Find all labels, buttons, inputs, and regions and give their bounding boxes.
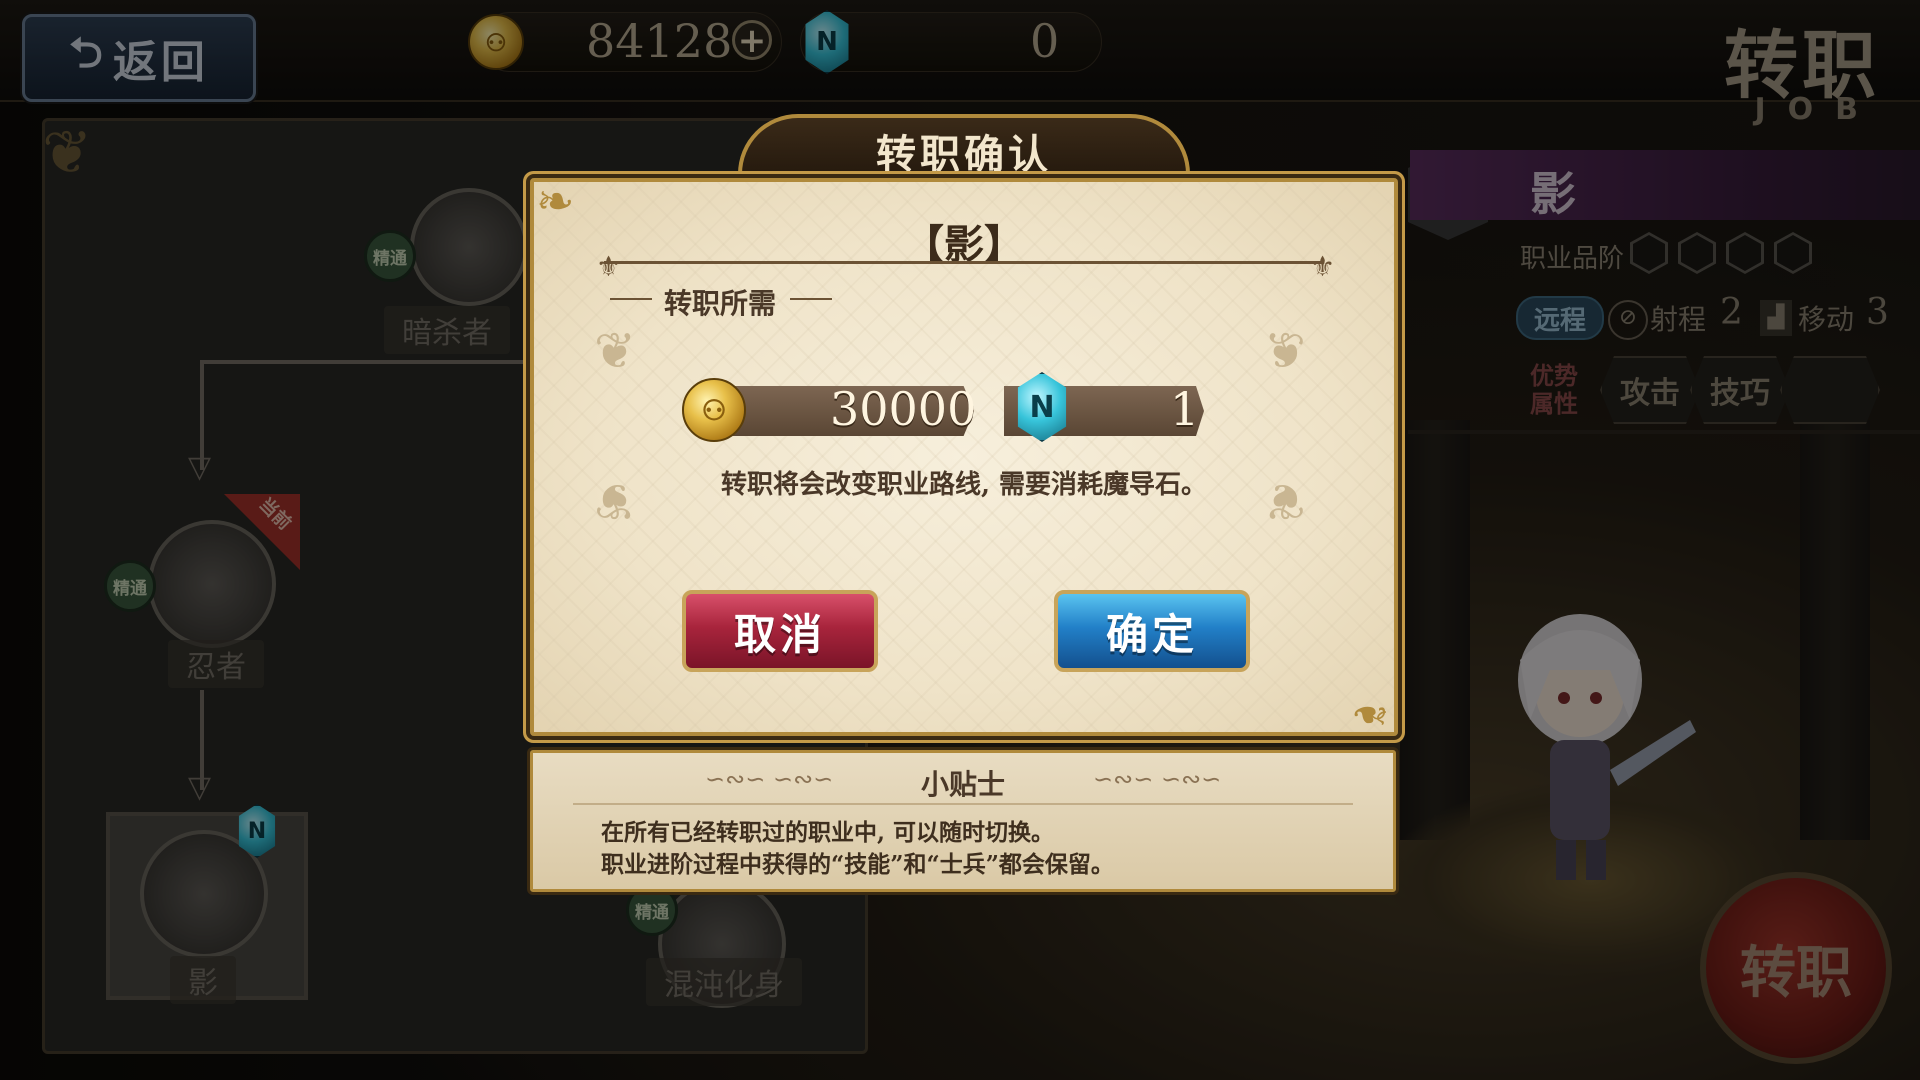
job-change-confirm-dialog: ❧ ❧ 【影】 ⚜ ⚜ 转职所需 ❦ ❦ ❦ ❦ ⚇ 30000 N 1 转职将… bbox=[530, 174, 1398, 742]
coin-cost: 30000 bbox=[830, 382, 977, 436]
dialog-title-tab: 转职确认 bbox=[738, 114, 1190, 184]
gem-cost: 1 bbox=[1170, 382, 1200, 436]
coin-icon: ⚇ bbox=[682, 378, 746, 442]
frame-ornament-icon: ❦ bbox=[594, 322, 636, 380]
cancel-button[interactable]: 取消 bbox=[682, 590, 878, 672]
dialog-corner-ornament: ❧ bbox=[1351, 688, 1390, 742]
requirement-label: 转职所需 bbox=[664, 287, 777, 320]
confirm-button[interactable]: 确定 bbox=[1054, 590, 1250, 672]
title-divider bbox=[604, 261, 1324, 264]
tip-line: 职业进阶过程中获得的“技能”和“士兵”都会保留。 bbox=[601, 851, 1114, 878]
tips-ornament-icon: ∽∾∽ ∽∾∽ bbox=[1093, 765, 1222, 793]
dialog-title: 转职确认 bbox=[876, 131, 1052, 178]
tips-title: 小贴士 bbox=[920, 768, 1005, 801]
dialog-description: 转职将会改变职业路线, 需要消耗魔导石。 bbox=[720, 470, 1208, 500]
divider-ornament-icon: ⚜ bbox=[596, 250, 622, 283]
label-ornament bbox=[610, 298, 652, 300]
frame-ornament-icon: ❦ bbox=[1264, 322, 1306, 380]
label-ornament bbox=[790, 298, 832, 300]
tips-panel: ∽∾∽ ∽∾∽ 小贴士 ∽∾∽ ∽∾∽ 在所有已经转职过的职业中, 可以随时切换… bbox=[530, 750, 1396, 892]
tip-line: 在所有已经转职过的职业中, 可以随时切换。 bbox=[601, 819, 1055, 846]
tips-divider bbox=[573, 803, 1353, 805]
divider-ornament-icon: ⚜ bbox=[1310, 250, 1336, 283]
